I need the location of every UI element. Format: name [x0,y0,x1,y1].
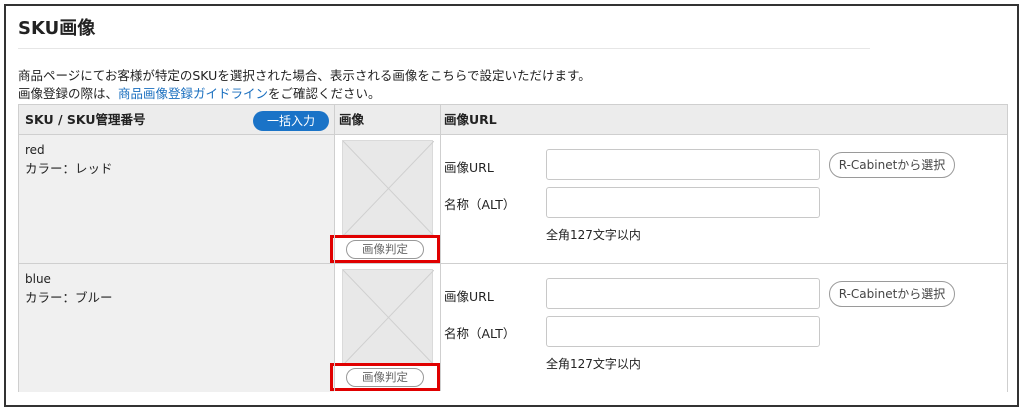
image-judge-button[interactable]: 画像判定 [346,240,424,259]
sku-code: red [25,143,45,157]
alt-input[interactable] [546,316,820,347]
header-sku: SKU / SKU管理番号 [25,112,146,127]
sku-code: blue [25,272,51,286]
rcabinet-select-button[interactable]: R-Cabinetから選択 [829,152,955,178]
image-url-input[interactable] [546,149,820,180]
table-row: blue カラー：ブルー 画像判定 画像URL R-Cabinetから選択 名称… [19,264,1007,392]
rcabinet-select-button[interactable]: R-Cabinetから選択 [829,281,955,307]
header-image: 画像 [339,112,365,127]
image-url-label: 画像URL [444,160,494,175]
guideline-link[interactable]: 商品画像登録ガイドライン [118,86,268,101]
image-url-label: 画像URL [444,289,494,304]
description-line-2: 画像登録の際は、商品画像登録ガイドラインをご確認ください。 [18,83,381,102]
alt-hint: 全角127文字以内 [546,357,641,371]
sku-image-table: SKU / SKU管理番号 一括入力 画像 画像URL red カラー：レッド … [18,104,1008,392]
image-url-cell: 画像URL R-Cabinetから選択 名称（ALT） 全角127文字以内 [440,264,1007,392]
sku-cell: red カラー：レッド [19,135,334,263]
column-divider [334,105,335,391]
image-cell: 画像判定 [330,264,440,392]
judge-highlight: 画像判定 [330,363,440,391]
table-header: SKU / SKU管理番号 一括入力 画像 画像URL [19,105,1007,135]
description-line-1: 商品ページにてお客様が特定のSKUを選択された場合、表示される画像をこちらで設定… [18,68,591,83]
table-row: red カラー：レッド 画像判定 画像URL R-Cabinetから選択 名称（… [19,135,1007,264]
alt-label: 名称（ALT） [444,197,516,212]
header-image-url: 画像URL [444,112,497,127]
image-judge-button[interactable]: 画像判定 [346,368,424,387]
image-cell: 画像判定 [330,135,440,263]
sku-attribute: カラー：ブルー [25,290,113,305]
alt-hint: 全角127文字以内 [546,228,641,242]
alt-input[interactable] [546,187,820,218]
section-title: SKU画像 [18,18,96,39]
sku-image-panel: SKU画像 商品ページにてお客様が特定のSKUを選択された場合、表示される画像を… [4,4,1019,407]
sku-attribute: カラー：レッド [25,161,113,176]
judge-highlight: 画像判定 [330,235,440,263]
description-prefix: 画像登録の際は、 [18,86,119,101]
title-divider [18,48,870,49]
image-url-input[interactable] [546,278,820,309]
sku-cell: blue カラー：ブルー [19,264,334,392]
image-placeholder [342,269,434,365]
placeholder-cross-icon [343,270,434,365]
bulk-input-button[interactable]: 一括入力 [253,111,329,131]
description-suffix: をご確認ください。 [268,86,381,101]
placeholder-cross-icon [343,141,434,236]
alt-label: 名称（ALT） [444,326,516,341]
image-placeholder [342,140,434,236]
image-url-cell: 画像URL R-Cabinetから選択 名称（ALT） 全角127文字以内 [440,135,1007,263]
column-divider [440,105,441,391]
